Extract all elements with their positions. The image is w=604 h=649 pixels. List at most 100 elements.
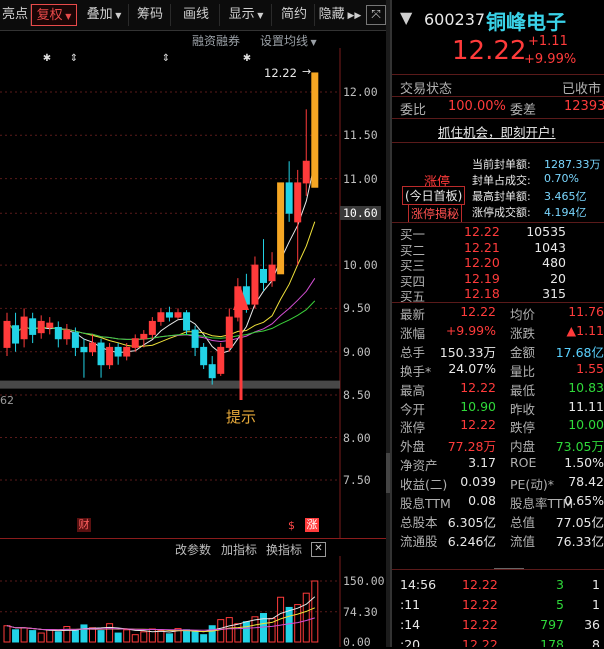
candle — [29, 312, 37, 344]
stat-label: 涨停 — [400, 420, 426, 436]
candle — [302, 109, 310, 196]
candle-body — [54, 326, 62, 340]
toolbar-display[interactable]: 显示 ▼ — [221, 4, 272, 26]
candle-body — [217, 346, 225, 374]
stat-label: 量比 — [510, 363, 536, 379]
candle — [37, 315, 45, 339]
close-icon[interactable]: ✕ — [311, 542, 326, 557]
tick-price: 12.22 — [462, 637, 498, 647]
bid-volume: 20 — [550, 270, 566, 286]
volume-bar — [208, 625, 216, 643]
candle — [285, 161, 293, 222]
bid-price: 12.20 — [464, 255, 500, 270]
stat-value: 1.50% — [564, 455, 604, 471]
stat-label: 总股本 — [400, 514, 438, 530]
toolbar-adjust[interactable]: 复权 ▼ — [31, 4, 77, 26]
toolbar-overlay[interactable]: 叠加 ▼ — [80, 4, 129, 26]
finance-badge[interactable]: 财 — [77, 518, 91, 532]
volume-bar — [165, 633, 173, 643]
volume-bar — [131, 634, 139, 643]
volume-bar — [63, 626, 71, 643]
stat-value: 12.22 — [460, 417, 496, 433]
candlestick-chart[interactable]: ✱ ⇕ ⇕ ✱ — [0, 48, 386, 538]
toolbar-draw[interactable]: 画线 — [173, 4, 220, 26]
expand-icon[interactable]: ▼ — [400, 8, 412, 27]
tick-price: 12.22 — [462, 617, 498, 632]
candle-body — [89, 342, 96, 353]
candle-body — [311, 72, 319, 188]
volume-bar — [302, 592, 310, 643]
candle-body — [174, 312, 182, 318]
ma-settings-link[interactable]: 设置均线 ▼ — [260, 32, 317, 49]
candle-body — [123, 346, 131, 357]
stat-label: ROE — [510, 455, 537, 471]
chevron-down-icon: ▼ — [254, 11, 264, 20]
candle-body — [294, 182, 302, 223]
toolbar-highlight[interactable]: 亮点 — [0, 4, 31, 26]
stat-label: 涨幅 — [400, 325, 426, 341]
first-limit-label: (今日首板) — [402, 186, 466, 205]
volume-bar — [80, 624, 88, 643]
candle-body — [200, 346, 208, 366]
volume-bar — [29, 630, 37, 643]
dividend-icon[interactable]: $ — [288, 519, 295, 532]
drag-handle[interactable] — [494, 562, 524, 569]
candle-body — [285, 182, 293, 214]
stat-label: 均价 — [510, 307, 536, 322]
seal-label: 当前封单额: — [472, 158, 531, 171]
stat-value: 150.33万 — [439, 344, 496, 360]
tick-volume: 5 — [556, 597, 564, 612]
tick-count: 8 — [592, 637, 600, 647]
stat-label: 总值 — [510, 514, 536, 530]
stock-code: 600237 — [424, 10, 486, 29]
candle — [148, 317, 156, 339]
toolbar-chips[interactable]: 筹码 — [130, 4, 171, 26]
toolbar-simple[interactable]: 简约 — [274, 4, 315, 26]
candle-body — [12, 325, 20, 344]
candle-body — [46, 322, 54, 328]
tick-price: 12.22 — [462, 577, 498, 592]
candle-body — [302, 160, 310, 184]
candle — [20, 308, 28, 348]
candle — [200, 343, 208, 370]
candle — [268, 252, 276, 287]
volume-bar — [285, 606, 293, 643]
stat-label: 最低 — [510, 382, 536, 398]
separator — [392, 118, 604, 119]
resize-icon[interactable]: ⤧ — [366, 5, 386, 25]
chevron-down-icon: ▼ — [112, 11, 122, 20]
limit-reveal-button[interactable]: 涨停揭秘 — [408, 204, 463, 223]
candle — [114, 343, 122, 365]
hint-annotation: 提示 — [226, 408, 257, 426]
price-tick: 8.50 — [343, 388, 371, 402]
stat-value: 11.11 — [568, 398, 604, 414]
order-ratio-label: 委比 — [400, 103, 427, 118]
candle — [251, 256, 259, 309]
volume-bar — [89, 627, 96, 643]
order-diff-value: 12393 — [564, 99, 604, 114]
candle-body — [63, 329, 71, 340]
toolbar-display-label: 显示 — [228, 7, 255, 22]
volume-bar — [106, 623, 114, 643]
stat-label: 内盘 — [510, 439, 536, 455]
order-ratio-value: 100.00% — [448, 99, 506, 114]
stat-value: 78.42 — [568, 474, 604, 490]
stat-value: ▲1.11 — [566, 322, 604, 338]
volume-chart[interactable] — [0, 556, 386, 647]
limit-up-badge[interactable]: 涨 — [305, 518, 319, 532]
ma-settings-label: 设置均线 — [260, 34, 309, 48]
volume-bar — [114, 632, 122, 643]
candles — [3, 72, 319, 385]
stat-value: 76.33亿 — [555, 533, 604, 549]
chevron-down-icon: ▼ — [62, 12, 72, 21]
price-tick: 8.00 — [343, 430, 371, 445]
stock-name: 铜峰电子 — [486, 10, 566, 34]
margin-trading-link[interactable]: 融资融券 — [192, 32, 240, 49]
open-account-link[interactable]: 抓住机会，即刻开户! — [438, 122, 556, 141]
price-tick: 11.50 — [343, 128, 378, 143]
toolbar-hide[interactable]: 隐藏 ▶▶ — [316, 4, 364, 26]
volume-tick: 74.30 — [343, 604, 378, 619]
tick-volume: 178 — [540, 637, 564, 647]
chart-grid — [0, 48, 341, 538]
candle-body — [131, 338, 139, 348]
